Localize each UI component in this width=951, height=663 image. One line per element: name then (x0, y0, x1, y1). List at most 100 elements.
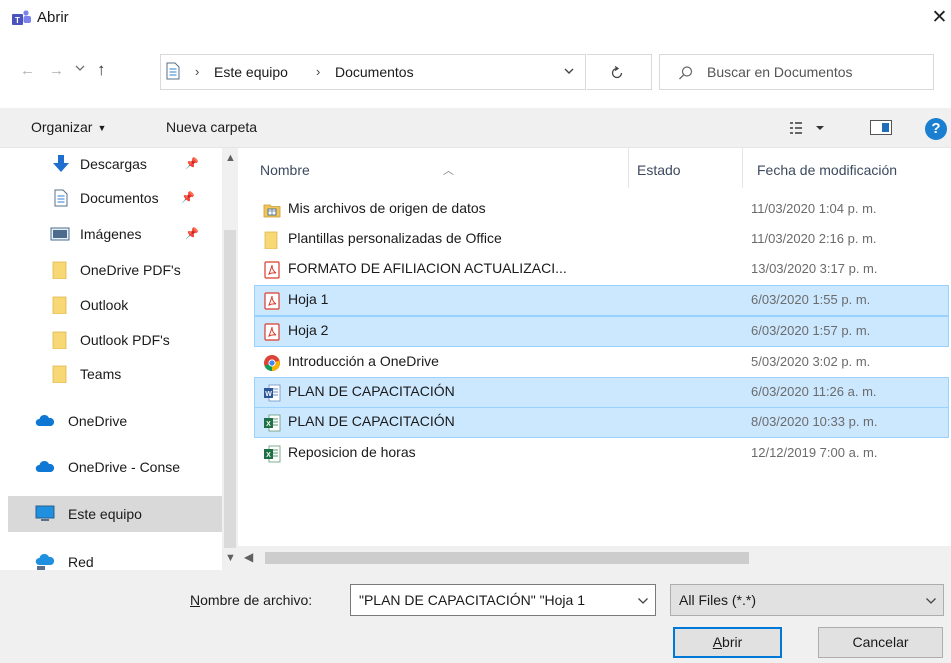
column-header-label: Fecha de modificación (757, 162, 898, 178)
document-icon (54, 189, 68, 207)
file-date: 13/03/2020 3:17 p. m. (751, 261, 878, 276)
table-row[interactable]: Hoja 2 6/03/2020 1:57 p. m. (254, 316, 949, 347)
address-row: ← → ↑ › Este equipo › Documentos Buscar … (0, 52, 951, 92)
svg-text:X: X (266, 452, 271, 459)
table-row[interactable]: Introducción a OneDrive 5/03/2020 3:02 p… (254, 347, 949, 378)
file-date: 6/03/2020 11:26 a. m. (751, 384, 877, 399)
folder-icon (52, 365, 67, 383)
breadcrumb-documentos[interactable]: Documentos (335, 64, 414, 80)
chrome-icon (264, 355, 280, 371)
breadcrumb-este-equipo[interactable]: Este equipo (214, 64, 288, 80)
sidebar-item-teams[interactable]: Teams (0, 358, 222, 390)
column-header-fecha[interactable]: Fecha de modificación (743, 148, 951, 190)
sidebar-item-outlook-pdfs[interactable]: Outlook PDF's (0, 324, 222, 356)
data-sources-folder-icon (263, 204, 281, 218)
column-header-label: Nombre (260, 162, 310, 178)
new-folder-button[interactable]: Nueva carpeta (166, 119, 257, 135)
sidebar-item-este-equipo[interactable]: Este equipo (8, 496, 222, 532)
navigation-pane[interactable]: Descargas 📌 Documentos 📌 Imágenes 📌 OneD… (0, 148, 238, 570)
chevron-down-icon[interactable]: ▼ (225, 552, 236, 564)
preview-pane-button[interactable] (870, 120, 892, 135)
download-arrow-icon (53, 155, 69, 172)
filename-value: "PLAN DE CAPACITACIÓN" "Hoja 1 (359, 592, 586, 608)
cancel-button[interactable]: Cancelar (818, 627, 943, 658)
list-view-icon (790, 122, 802, 134)
sidebar-item-onedrive-conse[interactable]: OneDrive - Conse (0, 451, 222, 483)
chevron-left-icon[interactable]: ◀ (244, 550, 253, 564)
excel-icon: X (264, 445, 281, 463)
word-icon: W (264, 384, 281, 402)
sidebar-item-imagenes[interactable]: Imágenes 📌 (0, 218, 222, 250)
chevron-down-icon[interactable] (563, 66, 575, 76)
svg-text:W: W (265, 391, 272, 398)
filetype-select[interactable]: All Files (*.*) (670, 584, 944, 616)
file-list[interactable]: ︿ Nombre Estado Fecha de modificación Mi… (238, 148, 951, 570)
chevron-down-icon[interactable] (637, 597, 649, 605)
sidebar-item-label: OneDrive PDF's (80, 262, 181, 278)
sidebar-item-onedrive[interactable]: OneDrive (0, 405, 222, 437)
breadcrumb-separator[interactable]: › (316, 64, 320, 79)
sidebar-scrollbar[interactable]: ▲ ▼ (222, 148, 238, 570)
filename-label: Nombre de archivo: (190, 592, 312, 608)
help-button[interactable]: ? (925, 118, 947, 140)
sidebar-scrollbar-thumb[interactable] (224, 230, 236, 548)
file-name: Plantillas personalizadas de Office (288, 230, 502, 246)
pin-icon: 📌 (181, 192, 195, 204)
file-name: Reposicion de horas (288, 444, 416, 460)
column-header-estado[interactable]: Estado (629, 148, 742, 190)
file-date: 12/12/2019 7:00 a. m. (751, 445, 878, 460)
change-view-button[interactable] (788, 120, 828, 136)
recent-locations-button[interactable] (75, 63, 85, 75)
open-button[interactable]: Abrir (673, 627, 782, 658)
file-name: Hoja 1 (288, 291, 329, 307)
file-date: 11/03/2020 2:16 p. m. (751, 231, 877, 246)
sidebar-item-label: Outlook PDF's (80, 332, 170, 348)
sidebar-item-red[interactable]: Red (0, 546, 222, 570)
search-placeholder: Buscar en Documentos (707, 64, 853, 80)
computer-icon (35, 505, 55, 521)
close-button[interactable]: ✕ (928, 6, 951, 30)
forward-button[interactable]: → (49, 62, 64, 79)
file-name: Introducción a OneDrive (288, 353, 439, 369)
organize-button[interactable]: Organizar ▼ (31, 119, 106, 135)
excel-icon: X (264, 414, 281, 432)
table-row[interactable]: W PLAN DE CAPACITACIÓN 6/03/2020 11:26 a… (254, 377, 949, 408)
horizontal-scrollbar-thumb[interactable] (265, 552, 749, 564)
sidebar-item-onedrive-pdfs[interactable]: OneDrive PDF's (0, 254, 222, 286)
file-name: PLAN DE CAPACITACIÓN (288, 383, 455, 399)
caret-down-icon (816, 126, 824, 130)
folder-icon (52, 261, 67, 279)
title-bar: T Abrir ✕ (0, 0, 951, 38)
sidebar-item-outlook[interactable]: Outlook (0, 289, 222, 321)
folder-icon (52, 296, 67, 314)
chevron-up-icon[interactable]: ▲ (225, 152, 236, 164)
table-row[interactable]: X Reposicion de horas 12/12/2019 7:00 a.… (254, 438, 949, 469)
chevron-down-icon (75, 65, 85, 71)
pictures-icon (50, 227, 70, 241)
address-bar[interactable]: › Este equipo › Documentos (160, 54, 586, 90)
pdf-icon (264, 292, 280, 310)
filename-input[interactable]: "PLAN DE CAPACITACIÓN" "Hoja 1 (350, 584, 656, 616)
file-name: PLAN DE CAPACITACIÓN (288, 413, 455, 429)
sidebar-item-label: OneDrive - Conse (68, 459, 181, 475)
sidebar-item-label: Teams (80, 366, 122, 382)
svg-text:T: T (15, 16, 20, 25)
accelerator-key: A (712, 634, 723, 650)
table-row[interactable]: FORMATO DE AFILIACION ACTUALIZACI... 13/… (254, 254, 949, 285)
back-button[interactable]: ← (20, 62, 35, 79)
file-date: 6/03/2020 1:57 p. m. (751, 323, 871, 338)
sidebar-item-documentos[interactable]: Documentos 📌 (0, 182, 222, 214)
horizontal-scrollbar[interactable]: ◀ (238, 546, 951, 570)
refresh-button[interactable] (587, 54, 652, 90)
table-row[interactable]: Mis archivos de origen de datos 11/03/20… (254, 194, 949, 225)
up-button[interactable]: ↑ (97, 60, 106, 80)
table-row[interactable]: Plantillas personalizadas de Office 11/0… (254, 224, 949, 255)
table-row[interactable]: Hoja 1 6/03/2020 1:55 p. m. (254, 285, 949, 316)
breadcrumb-separator[interactable]: › (195, 64, 199, 79)
column-header-nombre[interactable]: ︿ Nombre (238, 148, 628, 190)
document-icon (166, 62, 180, 80)
file-date: 6/03/2020 1:55 p. m. (751, 292, 871, 307)
table-row[interactable]: X PLAN DE CAPACITACIÓN 8/03/2020 10:33 p… (254, 407, 949, 438)
sidebar-item-descargas[interactable]: Descargas 📌 (0, 148, 222, 180)
search-input[interactable]: Buscar en Documentos (659, 54, 934, 90)
